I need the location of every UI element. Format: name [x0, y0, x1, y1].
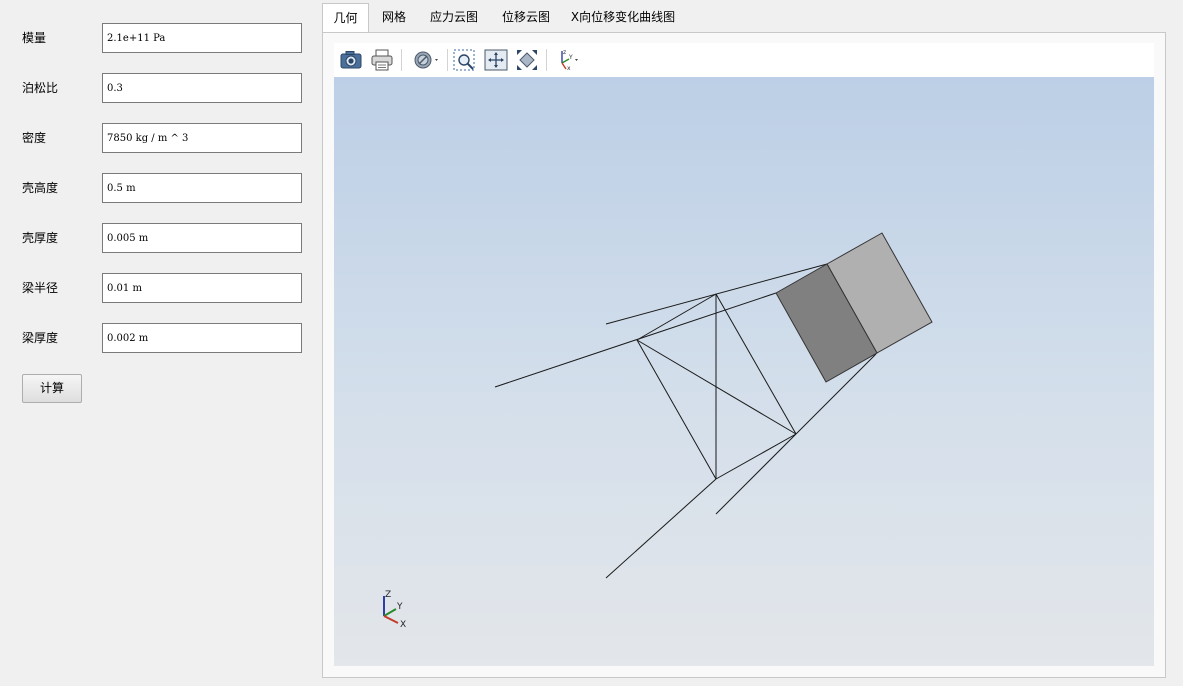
- z-axis-label: Z: [385, 590, 391, 600]
- svg-text:Y: Y: [568, 54, 573, 61]
- camera-icon[interactable]: [338, 47, 364, 73]
- zoom-extents-icon[interactable]: [514, 47, 540, 73]
- beam-line: [494, 292, 777, 388]
- beam-radius-field[interactable]: [102, 273, 302, 303]
- svg-text:z: z: [563, 49, 566, 56]
- beam-thickness-label: 梁厚度: [22, 331, 59, 345]
- beam-line: [715, 433, 797, 480]
- tab-stress-contour[interactable]: 应力云图: [420, 3, 488, 32]
- modulus-field[interactable]: [102, 23, 302, 53]
- tab-x-displacement-curve[interactable]: X向位移变化曲线图: [564, 3, 682, 32]
- shell-height-field[interactable]: [102, 173, 302, 203]
- axis-orientation-icon[interactable]: z Y x: [552, 47, 582, 73]
- tab-displacement-contour[interactable]: 位移云图: [492, 3, 560, 32]
- y-axis-line: [383, 608, 397, 617]
- x-axis-line: [383, 615, 399, 624]
- display-mode-icon[interactable]: [412, 47, 442, 73]
- poisson-ratio-field[interactable]: [102, 73, 302, 103]
- calculate-button[interactable]: 计算: [22, 374, 82, 403]
- beam-line: [636, 339, 717, 480]
- fit-all-icon[interactable]: [483, 47, 509, 73]
- modulus-label: 模量: [22, 31, 47, 45]
- shell-thickness-label: 壳厚度: [22, 231, 59, 245]
- axis-triad: Z Y X: [383, 590, 406, 630]
- x-axis-label: X: [400, 620, 406, 630]
- y-axis-label: Y: [396, 602, 403, 612]
- tab-geometry[interactable]: 几何: [322, 3, 369, 33]
- density-field[interactable]: [102, 123, 302, 153]
- poisson-ratio-label: 泊松比: [22, 81, 59, 95]
- toolbar-separator: [447, 49, 448, 71]
- beam-line: [715, 433, 797, 515]
- viewer-toolbar: z Y x: [334, 43, 1154, 77]
- 3d-viewer: z Y x Z Y X: [334, 43, 1154, 666]
- toolbar-separator: [401, 49, 402, 71]
- beam-radius-label: 梁半径: [22, 281, 59, 295]
- density-label: 密度: [22, 131, 47, 145]
- beam-line: [715, 293, 797, 435]
- tab-mesh[interactable]: 网格: [372, 3, 416, 32]
- zoom-box-icon[interactable]: [452, 47, 478, 73]
- print-icon[interactable]: [369, 47, 395, 73]
- shell-height-label: 壳高度: [22, 181, 59, 195]
- shell-thickness-field[interactable]: [102, 223, 302, 253]
- beam-line: [605, 478, 717, 579]
- 3d-scene[interactable]: Z Y X: [334, 77, 1154, 666]
- geometry-model: Z Y X: [383, 232, 933, 630]
- svg-text:x: x: [567, 65, 571, 72]
- toolbar-separator: [546, 49, 547, 71]
- beam-thickness-field[interactable]: [102, 323, 302, 353]
